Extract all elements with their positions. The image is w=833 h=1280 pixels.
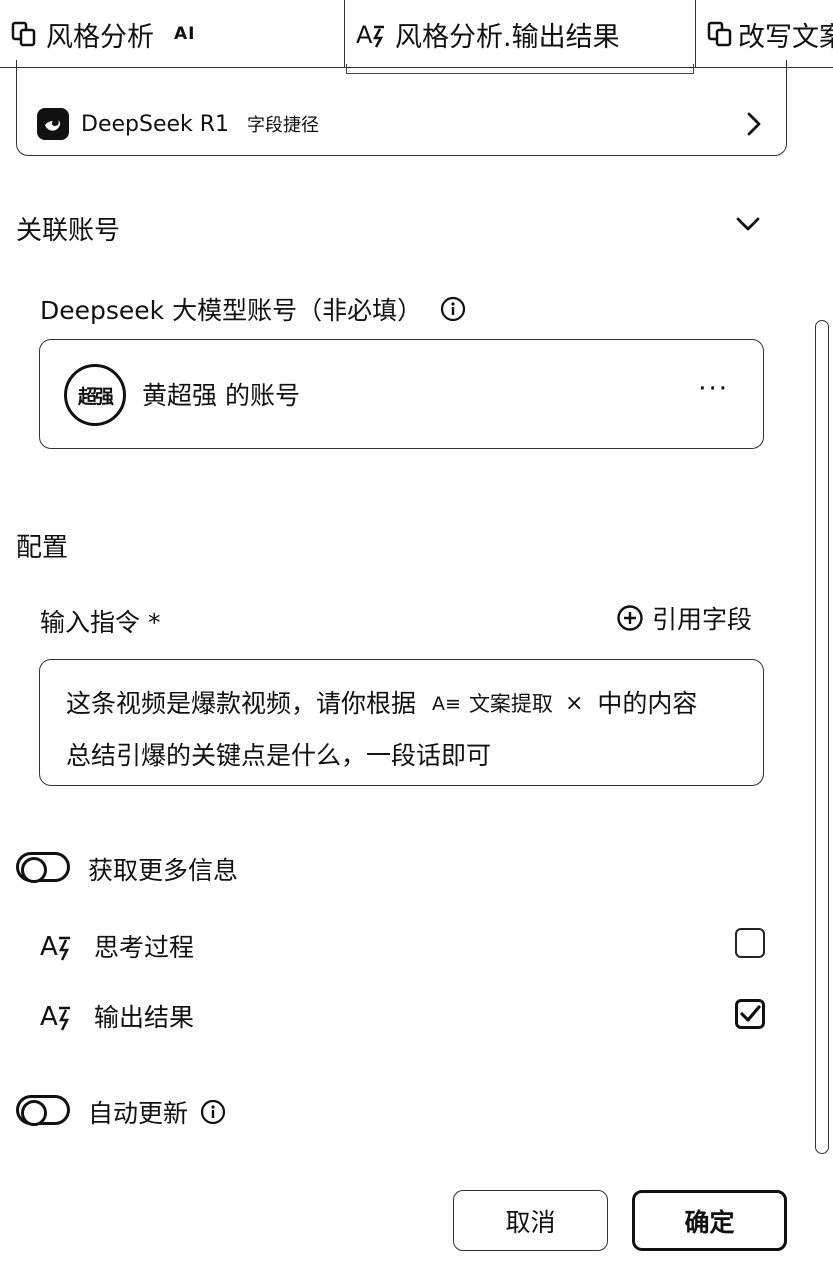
account-field-label-text: Deepseek 大模型账号（非必填） [40, 296, 423, 325]
avatar: 超强 [64, 364, 126, 426]
confirm-button[interactable]: 确定 [632, 1190, 787, 1251]
instruction-text: 总结引爆的关键点是什么，一段话即可 [66, 741, 492, 770]
more-options-button[interactable]: ··· [698, 374, 729, 404]
output-checkbox[interactable] [735, 999, 765, 1029]
svg-text:A: A [40, 932, 58, 961]
model-name: DeepSeek R1 [81, 111, 230, 137]
svg-text:A: A [40, 1002, 58, 1031]
chip-label: 文案提取 [468, 692, 553, 716]
plus-circle-icon [617, 605, 643, 631]
tab-label: 风格分析 [46, 21, 154, 53]
auto-update-label: 自动更新 [88, 1094, 226, 1131]
section-title-linked-account: 关联账号 [16, 216, 121, 246]
tab-bar: 风格分析 AI A 风格分析.输出结果 改写文案 [0, 0, 833, 68]
info-icon[interactable] [440, 296, 466, 328]
instruction-input[interactable]: 这条视频是爆款视频，请你根据 A≡ 文案提取 × 中的内容 总结引爆的关键点是什么，一段… [39, 659, 764, 786]
thinking-checkbox[interactable] [735, 928, 765, 958]
account-name: 黄超强 的账号 [142, 381, 300, 410]
instruction-text: 这条视频是爆款视频，请你根据 [66, 689, 417, 718]
tab-label: 风格分析.输出结果 [395, 21, 620, 53]
tab-style-analysis-output[interactable]: A 风格分析.输出结果 [344, 0, 696, 68]
cancel-button[interactable]: 取消 [453, 1190, 608, 1251]
deepseek-logo [37, 108, 69, 140]
svg-text:A: A [356, 21, 373, 49]
reference-field-label: 引用字段 [652, 605, 753, 634]
copy-icon [6, 19, 42, 49]
tab-label: 改写文案 [738, 21, 833, 53]
remove-chip-button[interactable]: × [565, 678, 583, 730]
ai-badge: AI [174, 24, 196, 44]
instruction-text: 中的内容 [597, 689, 698, 718]
field-reference-chip[interactable]: A≡ 文案提取 × [432, 678, 583, 730]
field-shortcut-label: 字段捷径 [247, 115, 320, 136]
instruction-label: 输入指令 * [40, 608, 161, 637]
reference-field-button[interactable]: 引用字段 [616, 600, 752, 636]
scrollbar[interactable] [815, 320, 829, 1154]
ai-text-icon: A [40, 999, 76, 1035]
option-thinking-label: 思考过程 [94, 933, 195, 962]
checkmark-icon [740, 1005, 761, 1022]
copy-icon [706, 19, 734, 49]
auto-update-label-text: 自动更新 [88, 1099, 189, 1128]
account-selector[interactable]: 超强 黄超强 的账号 ··· [39, 339, 764, 449]
text-field-icon: A≡ [432, 693, 461, 715]
ai-text-icon: A [40, 929, 76, 965]
tab-style-analysis[interactable]: 风格分析 AI [0, 0, 342, 68]
section-title-config: 配置 [16, 533, 69, 563]
model-selector[interactable]: DeepSeek R1 字段捷径 [16, 60, 787, 156]
chevron-down-icon[interactable] [734, 210, 762, 242]
tab-rewrite-copy[interactable]: 改写文案 [698, 0, 833, 68]
more-info-label: 获取更多信息 [88, 856, 239, 885]
ai-text-icon: A [355, 19, 391, 49]
more-info-toggle[interactable] [16, 852, 70, 883]
auto-update-toggle[interactable] [16, 1095, 70, 1126]
account-field-label: Deepseek 大模型账号（非必填） [40, 291, 466, 328]
option-output-label: 输出结果 [94, 1003, 195, 1032]
info-icon[interactable] [200, 1099, 226, 1131]
chevron-right-icon [744, 110, 764, 142]
